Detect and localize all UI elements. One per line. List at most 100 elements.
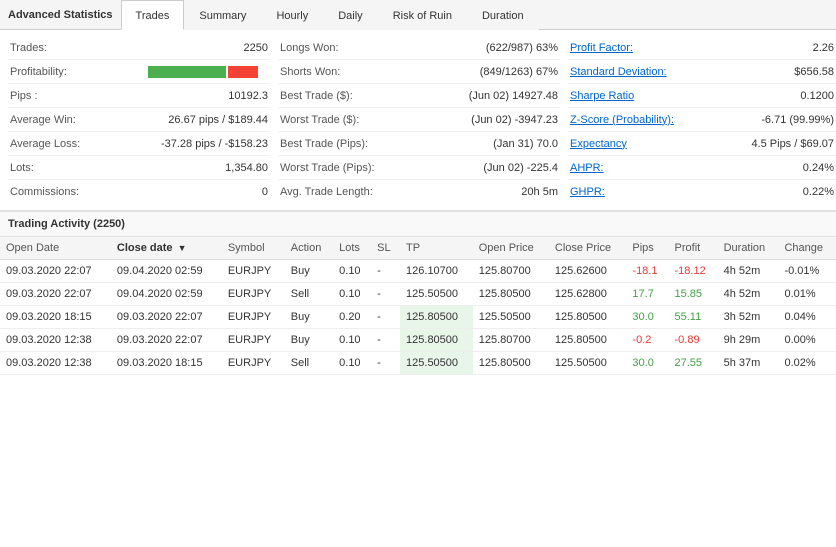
cell-sl: - bbox=[371, 260, 400, 283]
cell-duration: 5h 37m bbox=[718, 352, 779, 375]
stats-grid: Trades: 2250 Profitability: Pips : 10192… bbox=[0, 30, 836, 212]
trading-activity-title: Trading Activity (2250) bbox=[0, 212, 836, 237]
stat-shorts-won: Shorts Won: (849/1263) 67% bbox=[278, 60, 560, 84]
stat-worst-trade-pips: Worst Trade (Pips): (Jun 02) -225.4 bbox=[278, 156, 560, 180]
stat-zscore: Z-Score (Probability): -6.71 (99.99%) bbox=[568, 108, 836, 132]
cell-change: 0.02% bbox=[778, 352, 836, 375]
stat-ghpr: GHPR: 0.22% bbox=[568, 180, 836, 204]
cell-close-date: 09.04.2020 02:59 bbox=[111, 283, 222, 306]
table-row[interactable]: 09.03.2020 22:07 09.04.2020 02:59 EURJPY… bbox=[0, 283, 836, 306]
table-row[interactable]: 09.03.2020 12:38 09.03.2020 18:15 EURJPY… bbox=[0, 352, 836, 375]
stat-best-trade-dollar: Best Trade ($): (Jun 02) 14927.48 bbox=[278, 84, 560, 108]
col-profit[interactable]: Profit bbox=[669, 237, 718, 260]
cell-action: Buy bbox=[285, 306, 333, 329]
stat-avg-trade-length: Avg. Trade Length: 20h 5m bbox=[278, 180, 560, 204]
cell-sl: - bbox=[371, 329, 400, 352]
stat-lots: Lots: 1,354.80 bbox=[8, 156, 270, 180]
cell-close-date: 09.03.2020 18:15 bbox=[111, 352, 222, 375]
cell-action: Buy bbox=[285, 260, 333, 283]
stat-longs-won: Longs Won: (622/987) 63% bbox=[278, 36, 560, 60]
cell-action: Buy bbox=[285, 329, 333, 352]
tab-hourly[interactable]: Hourly bbox=[261, 0, 323, 30]
cell-lots: 0.20 bbox=[333, 306, 371, 329]
sort-arrow-close-date: ▼ bbox=[178, 243, 187, 253]
cell-tp: 126.10700 bbox=[400, 260, 473, 283]
cell-pips: -18.1 bbox=[626, 260, 668, 283]
stats-col-2: Longs Won: (622/987) 63% Shorts Won: (84… bbox=[274, 36, 564, 204]
stat-sharpe-ratio: Sharpe Ratio 0.1200 bbox=[568, 84, 836, 108]
stats-col-1: Trades: 2250 Profitability: Pips : 10192… bbox=[4, 36, 274, 204]
tab-summary[interactable]: Summary bbox=[184, 0, 261, 30]
col-symbol[interactable]: Symbol bbox=[222, 237, 285, 260]
cell-close-price: 125.62800 bbox=[549, 283, 627, 306]
tabs-bar: Advanced Statistics Trades Summary Hourl… bbox=[0, 0, 836, 30]
cell-lots: 0.10 bbox=[333, 329, 371, 352]
cell-lots: 0.10 bbox=[333, 352, 371, 375]
cell-close-price: 125.80500 bbox=[549, 329, 627, 352]
col-open-price[interactable]: Open Price bbox=[473, 237, 549, 260]
stat-avg-loss: Average Loss: -37.28 pips / -$158.23 bbox=[8, 132, 270, 156]
cell-open-price: 125.80500 bbox=[473, 352, 549, 375]
cell-close-date: 09.03.2020 22:07 bbox=[111, 329, 222, 352]
cell-profit: 15.85 bbox=[669, 283, 718, 306]
cell-pips: 17.7 bbox=[626, 283, 668, 306]
col-duration[interactable]: Duration bbox=[718, 237, 779, 260]
tab-trades[interactable]: Trades bbox=[121, 0, 185, 30]
cell-profit: -18.12 bbox=[669, 260, 718, 283]
cell-open-price: 125.80700 bbox=[473, 260, 549, 283]
cell-profit: 27.55 bbox=[669, 352, 718, 375]
cell-duration: 9h 29m bbox=[718, 329, 779, 352]
tab-daily[interactable]: Daily bbox=[323, 0, 377, 30]
col-close-date[interactable]: Close date ▼ bbox=[111, 237, 222, 260]
table-row[interactable]: 09.03.2020 18:15 09.03.2020 22:07 EURJPY… bbox=[0, 306, 836, 329]
trading-activity-table-container: Open Date Close date ▼ Symbol Action Lot… bbox=[0, 237, 836, 375]
col-sl[interactable]: SL bbox=[371, 237, 400, 260]
cell-profit: -0.89 bbox=[669, 329, 718, 352]
col-pips[interactable]: Pips bbox=[626, 237, 668, 260]
cell-duration: 3h 52m bbox=[718, 306, 779, 329]
cell-symbol: EURJPY bbox=[222, 306, 285, 329]
col-change[interactable]: Change bbox=[778, 237, 836, 260]
cell-tp: 125.80500 bbox=[400, 329, 473, 352]
cell-open-price: 125.80700 bbox=[473, 329, 549, 352]
stat-avg-win: Average Win: 26.67 pips / $189.44 bbox=[8, 108, 270, 132]
cell-tp: 125.50500 bbox=[400, 352, 473, 375]
cell-change: 0.04% bbox=[778, 306, 836, 329]
cell-profit: 55.11 bbox=[669, 306, 718, 329]
col-action[interactable]: Action bbox=[285, 237, 333, 260]
cell-sl: - bbox=[371, 352, 400, 375]
profitability-bar bbox=[148, 66, 268, 78]
cell-action: Sell bbox=[285, 352, 333, 375]
col-lots[interactable]: Lots bbox=[333, 237, 371, 260]
cell-tp: 125.80500 bbox=[400, 306, 473, 329]
trading-activity-table: Open Date Close date ▼ Symbol Action Lot… bbox=[0, 237, 836, 375]
stat-ahpr: AHPR: 0.24% bbox=[568, 156, 836, 180]
stat-std-deviation: Standard Deviation: $656.58 bbox=[568, 60, 836, 84]
cell-change: -0.01% bbox=[778, 260, 836, 283]
tab-risk-of-ruin[interactable]: Risk of Ruin bbox=[378, 0, 467, 30]
stat-profit-factor: Profit Factor: 2.26 bbox=[568, 36, 836, 60]
table-body: 09.03.2020 22:07 09.04.2020 02:59 EURJPY… bbox=[0, 260, 836, 375]
cell-open-price: 125.50500 bbox=[473, 306, 549, 329]
cell-symbol: EURJPY bbox=[222, 352, 285, 375]
table-header: Open Date Close date ▼ Symbol Action Lot… bbox=[0, 237, 836, 260]
col-tp[interactable]: TP bbox=[400, 237, 473, 260]
cell-open-date: 09.03.2020 12:38 bbox=[0, 352, 111, 375]
table-row[interactable]: 09.03.2020 12:38 09.03.2020 22:07 EURJPY… bbox=[0, 329, 836, 352]
stat-worst-trade-dollar: Worst Trade ($): (Jun 02) -3947.23 bbox=[278, 108, 560, 132]
col-open-date[interactable]: Open Date bbox=[0, 237, 111, 260]
stats-col-3: Profit Factor: 2.26 Standard Deviation: … bbox=[564, 36, 836, 204]
cell-open-date: 09.03.2020 18:15 bbox=[0, 306, 111, 329]
cell-symbol: EURJPY bbox=[222, 329, 285, 352]
cell-open-date: 09.03.2020 22:07 bbox=[0, 260, 111, 283]
tab-duration[interactable]: Duration bbox=[467, 0, 539, 30]
cell-open-date: 09.03.2020 12:38 bbox=[0, 329, 111, 352]
col-close-price[interactable]: Close Price bbox=[549, 237, 627, 260]
cell-action: Sell bbox=[285, 283, 333, 306]
cell-close-price: 125.50500 bbox=[549, 352, 627, 375]
cell-open-price: 125.80500 bbox=[473, 283, 549, 306]
cell-tp: 125.50500 bbox=[400, 283, 473, 306]
table-row[interactable]: 09.03.2020 22:07 09.04.2020 02:59 EURJPY… bbox=[0, 260, 836, 283]
cell-symbol: EURJPY bbox=[222, 283, 285, 306]
cell-lots: 0.10 bbox=[333, 260, 371, 283]
